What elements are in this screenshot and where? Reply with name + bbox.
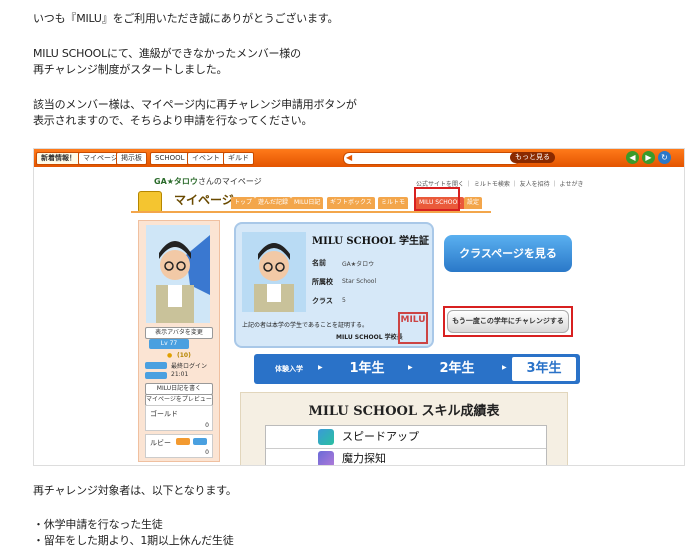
back-icon[interactable]: ◀ — [626, 151, 639, 164]
speed-up-icon — [318, 429, 334, 445]
eligibility-item: ・留年をした期より、1期以上休んだ生徒 — [33, 534, 234, 547]
intro-line: MILU SCHOOLにて、進級ができなかったメンバー様の — [33, 47, 301, 60]
arrow-icon: ▶ — [502, 364, 507, 371]
reload-icon[interactable]: ↻ — [658, 151, 671, 164]
ruby-buy-button[interactable] — [176, 438, 190, 445]
top-toolbar: 新着情報！ マイページ 掲示板 SCHOOL イベント ギルド ◀ もっと見る … — [34, 149, 684, 167]
card-signature: MILU SCHOOL 学校長 — [336, 334, 403, 341]
gold-label: ゴールド — [150, 410, 178, 418]
card-name-key: 名前 — [312, 259, 326, 267]
medal-count: (10) — [177, 352, 191, 359]
toolbar-school-button[interactable]: SCHOOL — [150, 152, 190, 165]
intro-instruction: 該当のメンバー様は、マイページ内に再チャレンジ申請用ボタンが 表示されますので、そ… — [33, 97, 357, 129]
mypage-screenshot: 新着情報！ マイページ 掲示板 SCHOOL イベント ギルド ◀ もっと見る … — [33, 148, 685, 466]
card-class-value: 5 — [342, 297, 346, 304]
grade-2[interactable]: 2年生 — [414, 357, 500, 381]
card-seal: MILU — [398, 312, 428, 344]
skill-name: スピードアップ — [342, 430, 419, 443]
class-page-button[interactable]: クラスページを見る — [444, 235, 572, 272]
status-tag — [145, 362, 167, 369]
card-certification: 上記の者は本学の学生であることを証明する。 — [242, 322, 368, 329]
intro-line: 該当のメンバー様は、マイページ内に再チャレンジ申請用ボタンが — [33, 98, 357, 111]
arrow-icon: ▶ — [318, 364, 323, 371]
magic-detect-icon — [318, 451, 334, 465]
tab-top[interactable]: トップ — [231, 197, 256, 209]
skill-name: 魔力探知 — [342, 452, 386, 465]
forward-icon[interactable]: ▶ — [642, 151, 655, 164]
tab-play-log[interactable]: 遊んだ記録 — [255, 197, 292, 209]
toolbar-bbs-button[interactable]: 掲示板 — [116, 152, 147, 165]
intro-announcement: MILU SCHOOLにて、進級ができなかったメンバー様の 再チャレンジ制度がスタ… — [33, 46, 301, 78]
tab-diary[interactable]: MILU日記 — [291, 197, 324, 209]
card-school-value: Star School — [342, 278, 377, 285]
grade-3-current[interactable]: 3年生 — [512, 357, 576, 381]
student-id-card: MILU SCHOOL 学生証 名前 GA★タロウ 所属校 Star Schoo… — [234, 222, 434, 348]
welcome-suffix: さんのマイページ — [197, 177, 262, 186]
toolbar-event-button[interactable]: イベント — [187, 152, 225, 165]
eligibility-list: ・休学申請を行なった生徒・留年をした期より、1期以上休んだ生徒 — [33, 517, 234, 549]
toolbar-guild-button[interactable]: ギルド — [223, 152, 254, 165]
grade-trial[interactable]: 体験入学 — [258, 357, 320, 381]
card-class-key: クラス — [312, 297, 333, 305]
more-button[interactable]: もっと見る — [510, 152, 555, 163]
grade-progress-bar: 体験入学 ▶ 1年生 ▶ 2年生 ▶ 3年生 — [254, 354, 580, 384]
news-label: 新着情報！ — [36, 152, 81, 165]
ruby-box: ルビー 0 — [145, 434, 213, 458]
gold-box: ゴールド 0 — [145, 405, 213, 431]
skill-report-panel: MILU SCHOOL スキル成績表 スピードアップ 魔力探知 — [240, 392, 568, 465]
rechallenge-button[interactable]: もう一度この学年にチャレンジする — [447, 310, 569, 333]
card-name-value: GA★タロウ — [342, 261, 375, 268]
last-login-time: 21:01 — [171, 371, 189, 378]
tab-settings[interactable]: 設定 — [464, 197, 483, 209]
medal-icon: ● — [167, 352, 173, 359]
level-badge: Lv 77 — [149, 339, 189, 349]
last-login-label: 最終ログイン — [171, 363, 208, 370]
tab-milutomo[interactable]: ミルトモ — [378, 197, 409, 209]
card-school-key: 所属校 — [312, 278, 333, 286]
change-avatar-button[interactable]: 表示アバタを変更 — [145, 327, 213, 339]
skill-row: スピードアップ — [266, 426, 546, 449]
skill-table: スピードアップ 魔力探知 — [265, 425, 547, 465]
card-photo — [242, 232, 306, 312]
tab-giftbox[interactable]: ギフトボックス — [327, 197, 375, 209]
grade-1[interactable]: 1年生 — [324, 357, 410, 381]
eligibility-heading: 再チャレンジ対象者は、以下となります。 — [33, 484, 237, 497]
skill-row: 魔力探知 — [266, 448, 546, 465]
ticker-field[interactable] — [343, 152, 520, 165]
intro-line: 表示されますので、そちらより申請を行なってください。 — [33, 114, 313, 127]
intro-greeting: いつも『MILU』をご利用いただき誠にありがとうございます。 — [33, 12, 339, 25]
avatar — [146, 225, 210, 323]
skill-report-title: MILU SCHOOL スキル成績表 — [308, 404, 500, 419]
profile-sidebar: 表示アバタを変更 Lv 77 (10) ● 最終ログイン 21:01 MILU日… — [138, 220, 220, 462]
ticker-arrow-icon: ◀ — [346, 153, 353, 162]
ruby-label: ルビー — [150, 439, 171, 447]
tab-underline — [131, 211, 491, 213]
tab-highlight-frame — [414, 187, 460, 211]
user-name: GA★タロウ — [154, 177, 198, 186]
intro-line: 再チャレンジ制度がスタートしました。 — [33, 63, 228, 76]
card-title: MILU SCHOOL 学生証 — [312, 236, 429, 247]
ruby-history-button[interactable] — [193, 438, 207, 445]
gold-value: 0 — [205, 422, 209, 429]
status-tag — [145, 372, 167, 379]
ruby-value: 0 — [205, 449, 209, 456]
welcome-text: GA★タロウさんのマイページ — [154, 176, 262, 187]
arrow-icon: ▶ — [408, 364, 413, 371]
eligibility-item: ・休学申請を行なった生徒 — [33, 518, 163, 531]
